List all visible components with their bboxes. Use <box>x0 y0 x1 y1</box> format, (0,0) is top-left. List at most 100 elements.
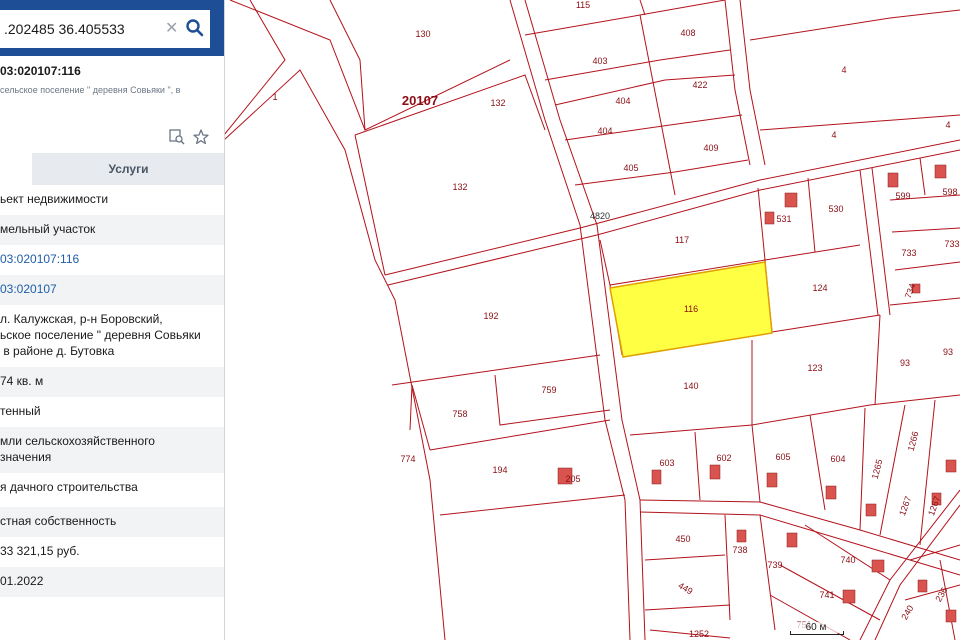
parcel-boundary <box>904 584 960 601</box>
search-input[interactable] <box>0 10 210 48</box>
parcel-boundary <box>564 114 743 141</box>
parcel-label: 758 <box>452 409 467 419</box>
parcel-label: 403 <box>592 56 607 66</box>
cadastral-number-title: 03:020107:116 <box>0 64 81 78</box>
property-value: мли сельскохозяйственного значения <box>0 434 155 464</box>
property-row: 03:020107 <box>0 275 224 305</box>
parcel-boundary <box>409 384 413 431</box>
parcel-boundary <box>544 49 731 81</box>
parcel-boundary <box>807 177 816 253</box>
chevron-left-icon[interactable] <box>224 14 225 44</box>
parcel-label: 1266 <box>906 430 921 452</box>
parcel-boundary <box>644 604 731 611</box>
parcel-label: 1265 <box>870 458 885 480</box>
property-value: ьект недвижимости <box>0 192 109 206</box>
property-value: 33 321,15 руб. <box>0 544 80 558</box>
close-icon[interactable]: ✕ <box>165 19 178 39</box>
building <box>764 211 775 225</box>
parcel-boundary <box>759 114 960 131</box>
parcel-label: 449 <box>676 580 694 596</box>
property-value: я дачного строительства <box>0 480 138 494</box>
property-value: мельный участок <box>0 222 96 236</box>
property-row: 01.2022 <box>0 567 224 597</box>
parcel-boundary <box>644 554 726 561</box>
property-row: ьект недвижимости <box>0 185 224 215</box>
building <box>825 485 837 500</box>
star-icon[interactable] <box>192 128 210 146</box>
road-edge <box>509 0 631 640</box>
parcel-label: 740 <box>840 555 855 565</box>
building <box>842 589 856 604</box>
parcel-boundary <box>439 494 626 516</box>
parcel-label: 130 <box>415 29 430 39</box>
property-link[interactable]: 03:020107:116 <box>0 252 79 266</box>
parcel-label: 1252 <box>689 629 709 639</box>
zoom-to-object-icon[interactable] <box>168 128 186 146</box>
parcel-label: 733 <box>944 239 959 249</box>
parcel-boundary <box>809 414 826 511</box>
parcel-boundary <box>223 69 446 640</box>
parcel-boundary <box>223 0 286 136</box>
address-subtitle: сельское поселение " деревня Совьяки ", … <box>0 85 181 95</box>
parcel-boundary <box>894 261 960 271</box>
search-bar: ✕ <box>0 0 225 56</box>
parcel-label: 205 <box>565 474 580 484</box>
parcel-label: 93 <box>943 347 953 357</box>
property-row: 03:020107:116 <box>0 245 224 275</box>
parcel-label: 599 <box>895 191 910 201</box>
property-row: я дачного строительства <box>0 473 224 507</box>
building <box>736 529 747 543</box>
parcel-boundary <box>919 399 936 546</box>
parcel-label: 1267 <box>926 495 942 517</box>
road-edge <box>724 0 751 166</box>
parcel-label: 422 <box>692 80 707 90</box>
road-edge <box>739 0 766 166</box>
property-value: л. Калужская, р-н Боровский, ьское посел… <box>0 312 201 358</box>
tab-services[interactable]: Услуги <box>33 153 224 185</box>
building <box>945 459 957 473</box>
parcel-boundary <box>354 74 546 136</box>
building <box>871 559 885 573</box>
parcel-label: 4 <box>841 65 846 75</box>
parcel-label: 93 <box>900 358 910 368</box>
building <box>709 464 721 480</box>
property-row: 33 321,15 руб. <box>0 537 224 567</box>
building <box>766 472 778 488</box>
search-icon[interactable] <box>185 18 205 38</box>
parcel-boundary <box>639 14 676 196</box>
parcel-boundary <box>889 297 960 306</box>
building <box>945 609 957 623</box>
building <box>887 172 899 188</box>
parcel-label: 759 <box>541 385 556 395</box>
parcel-boundary <box>629 394 960 436</box>
property-value: 01.2022 <box>0 574 44 588</box>
road-edge <box>384 139 960 276</box>
parcel-label: 123 <box>807 363 822 373</box>
parcel-label: 733 <box>901 248 916 258</box>
parcel-label: 741 <box>819 590 834 600</box>
parcel-label: 4 <box>831 130 836 140</box>
parcel-label: 1 <box>272 92 277 102</box>
tab-info[interactable] <box>0 153 32 185</box>
scale-bar <box>790 631 844 635</box>
parcel-boundary <box>554 74 736 106</box>
parcel-label: 602 <box>716 453 731 463</box>
parcel-boundary <box>874 314 881 406</box>
parcel-label: 734 <box>903 282 918 300</box>
building <box>651 469 662 485</box>
parcel-label: 598 <box>942 187 957 197</box>
parcel-label: 132 <box>452 182 467 192</box>
parcel-label: 404 <box>615 96 630 106</box>
cadastral-quarter-label: 20107 <box>402 93 438 108</box>
parcel-label: 530 <box>828 204 843 214</box>
property-row: 74 кв. м <box>0 367 224 397</box>
property-link[interactable]: 03:020107 <box>0 282 57 296</box>
parcel-boundary <box>724 514 731 621</box>
building <box>786 532 798 548</box>
property-row: мли сельскохозяйственного значения <box>0 427 224 473</box>
card-tools <box>168 128 216 146</box>
property-row: стная собственность <box>0 507 224 537</box>
building <box>917 579 928 593</box>
property-row: мельный участок <box>0 215 224 245</box>
parcel-boundary <box>751 424 761 503</box>
